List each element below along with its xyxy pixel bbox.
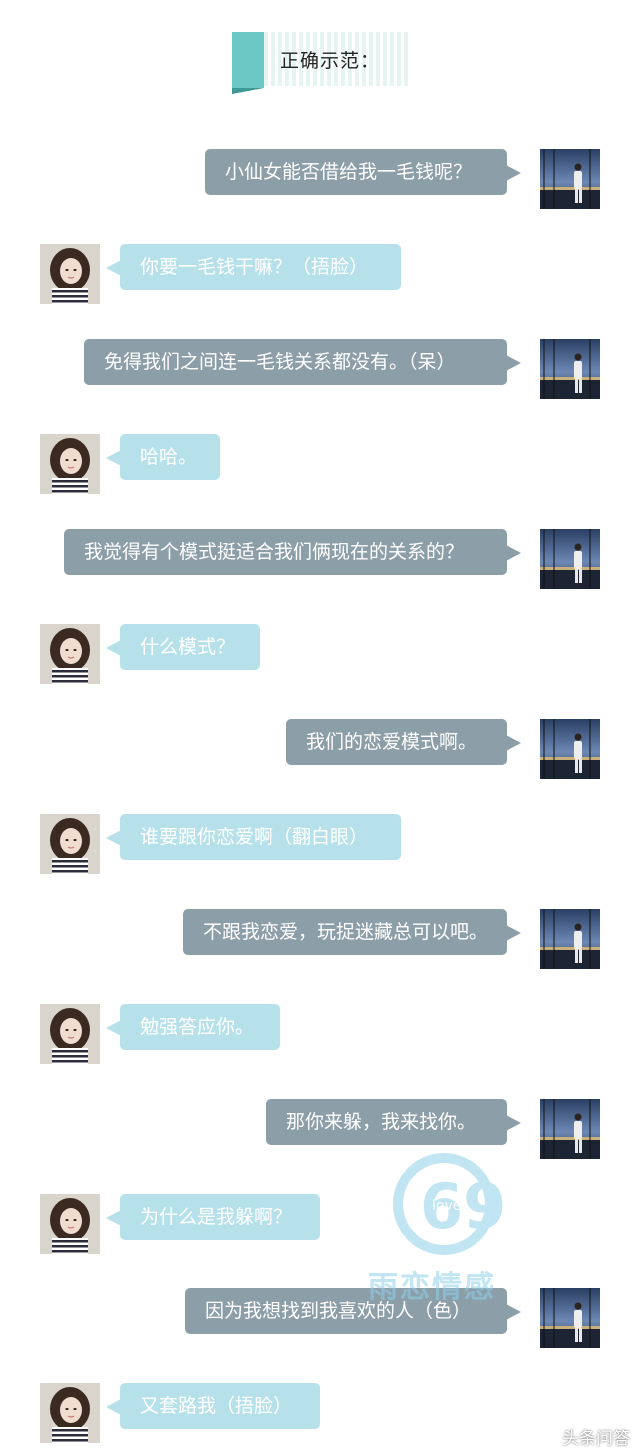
chat-bubble-left: 为什么是我躲啊？ <box>106 1194 320 1240</box>
footer-watermark: 头条问答 <box>562 1429 630 1449</box>
chat-bubble-right: 免得我们之间连一毛钱关系都没有。（呆） <box>84 339 521 385</box>
female-avatar[interactable] <box>40 434 100 494</box>
chat-message-left: 谁要跟你恋爱啊（翻白眼） <box>0 814 640 876</box>
chat-message-left: 又套路我（捂脸） <box>0 1383 640 1445</box>
chat-message-left: 为什么是我躲啊？ <box>0 1194 640 1256</box>
chat-bubble-right: 小仙女能否借给我一毛钱呢？ <box>205 149 521 195</box>
chat-bubble-left: 什么模式？ <box>106 624 260 670</box>
chat-message-right: 我觉得有个模式挺适合我们俩现在的关系的？ <box>0 529 640 591</box>
chat-bubble-right: 那你来躲，我来找你。 <box>266 1099 521 1145</box>
chat-message-left: 你要一毛钱干嘛？（捂脸） <box>0 244 640 306</box>
chat-message-right: 免得我们之间连一毛钱关系都没有。（呆） <box>0 339 640 401</box>
chat-bubble-left: 又套路我（捂脸） <box>106 1383 320 1429</box>
female-avatar[interactable] <box>40 1194 100 1254</box>
male-avatar[interactable] <box>540 529 600 589</box>
chat-bubble-left: 谁要跟你恋爱啊（翻白眼） <box>106 814 401 860</box>
female-avatar[interactable] <box>40 624 100 684</box>
chat-message-left: 哈哈。 <box>0 434 640 496</box>
section-title: 正确示范： <box>280 50 381 72</box>
male-avatar[interactable] <box>540 719 600 779</box>
chat-bubble-right: 我觉得有个模式挺适合我们俩现在的关系的？ <box>64 529 521 575</box>
male-avatar[interactable] <box>540 1099 600 1159</box>
chat-bubble-left: 你要一毛钱干嘛？（捂脸） <box>106 244 401 290</box>
male-avatar[interactable] <box>540 909 600 969</box>
chat-message-right: 小仙女能否借给我一毛钱呢？ <box>0 149 640 211</box>
male-avatar[interactable] <box>540 149 600 209</box>
section-title-ribbon: 正确示范： <box>232 32 410 94</box>
female-avatar[interactable] <box>40 1383 100 1443</box>
watermark-word: love <box>432 1198 461 1214</box>
chat-bubble-right: 不跟我恋爱，玩捉迷藏总可以吧。 <box>183 909 521 955</box>
chat-message-left: 勉强答应你。 <box>0 1004 640 1066</box>
watermark-text: 雨恋情感 <box>368 1270 496 1305</box>
title-ribbon-tab <box>232 32 264 88</box>
chat-bubble-right: 我们的恋爱模式啊。 <box>286 719 521 765</box>
chat-message-right: 我们的恋爱模式啊。 <box>0 719 640 781</box>
chat-message-right: 不跟我恋爱，玩捉迷藏总可以吧。 <box>0 909 640 971</box>
female-avatar[interactable] <box>40 814 100 874</box>
chat-message-right: 那你来躲，我来找你。 <box>0 1099 640 1161</box>
watermark-logo: 69 love 雨恋情感 <box>362 1150 522 1305</box>
chat-bubble-left: 勉强答应你。 <box>106 1004 280 1050</box>
chat-message-right: 因为我想找到我喜欢的人（色） <box>0 1288 640 1350</box>
female-avatar[interactable] <box>40 1004 100 1064</box>
male-avatar[interactable] <box>540 339 600 399</box>
chat-bubble-left: 哈哈。 <box>106 434 220 480</box>
female-avatar[interactable] <box>40 244 100 304</box>
chat-message-left: 什么模式？ <box>0 624 640 686</box>
title-ribbon-fold <box>232 88 264 94</box>
male-avatar[interactable] <box>540 1288 600 1348</box>
watermark-circle-icon: 69 love <box>393 1153 506 1255</box>
